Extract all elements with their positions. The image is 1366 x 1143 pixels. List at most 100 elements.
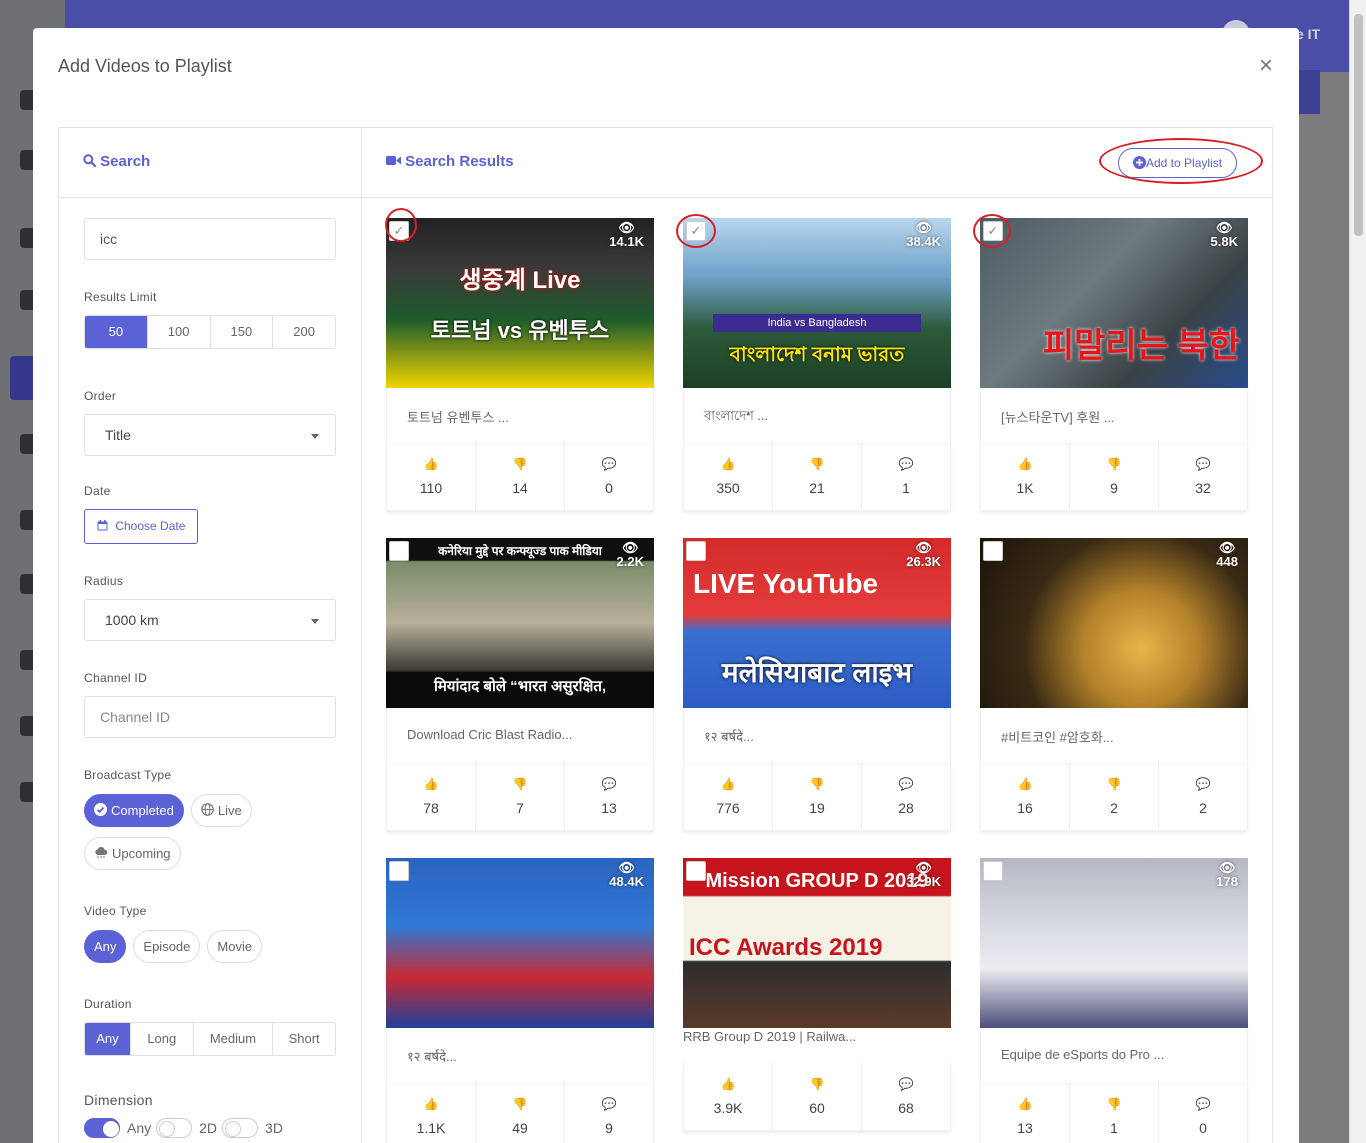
choose-date-label: Choose Date [115,519,186,533]
results-limit-option[interactable]: 200 [273,316,335,348]
results-panel: Search Results Add to Playlist 생중계 Live … [362,128,1272,1143]
order-select[interactable]: Title [84,414,336,456]
video-select-checkbox[interactable] [686,861,706,881]
results-limit-option[interactable]: 50 [85,316,148,348]
dimension-label: Dimension [84,1092,153,1108]
dimension-toggle-2d[interactable] [156,1118,193,1138]
comments-icon: 💬 [1195,457,1211,471]
video-title: [뉴스타운TV] 후원 ... [980,388,1248,443]
video-select-checkbox[interactable] [686,541,706,561]
video-select-checkbox[interactable] [983,861,1003,881]
results-header: Search Results Add to Playlist [362,128,1272,198]
broadcast-option-upcoming[interactable]: Upcoming [84,837,181,870]
video-thumbnail: 👁 178 [980,858,1248,1028]
comments-stat: 💬 28 [862,763,950,830]
view-count-value: 2.2K [616,554,644,569]
add-videos-modal: Add Videos to Playlist × Search icc Resu… [33,28,1299,1143]
video-card[interactable]: LIVE YouTube मलेसियाबाट लाइभ 👁 26.3K १२ ब… [683,538,951,831]
likes-stat: 👍 16 [981,763,1070,830]
dislikes-value: 49 [512,1120,528,1136]
video-card[interactable]: 피말리는 북한 ✓ 👁 5.8K [뉴스타운TV] 후원 ... 👍 1K 👎 9 💬… [980,218,1248,511]
video-card[interactable]: 👁 48.4K १२ बर्षदे... 👍 1.1K 👎 49 💬 9 [386,858,654,1143]
comments-stat: 💬 9 [565,1083,653,1143]
thumbnail-caption: मियांदाद बोले “भारत असुरक्षित, [433,678,607,695]
video-select-checkbox[interactable]: ✓ [389,221,409,241]
duration-option[interactable]: Medium [194,1023,274,1055]
video-card[interactable]: कनेरिया मुद्दे पर कन्फ्यूज्ड पाक मीडिया … [386,538,654,831]
channel-id-input[interactable]: Channel ID [84,696,336,738]
broadcast-type-options: Completed Live Upcoming [84,794,344,880]
duration-selector: Any Long Medium Short [84,1022,336,1056]
dislikes-stat: 👎 1 [1070,1083,1159,1143]
video-stats: 👍 1K 👎 9 💬 32 [980,443,1248,511]
scrollbar-thumb[interactable] [1354,14,1363,236]
likes-stat: 👍 110 [387,443,476,510]
video-type-option[interactable]: Movie [207,930,263,963]
dislikes-stat: 👎 49 [476,1083,565,1143]
video-card[interactable]: Mission GROUP D 2019 ICC Awards 2019 👁 32… [683,858,951,1131]
broadcast-option-completed[interactable]: Completed [84,794,184,827]
thumbs-up-icon: 👍 [1017,777,1033,791]
video-title: Equipe de eSports do Pro ... [980,1028,1248,1083]
view-count: 👁 448 [1216,541,1238,569]
results-limit-option[interactable]: 150 [211,316,274,348]
thumbs-down-icon: 👎 [512,777,528,791]
results-limit-option[interactable]: 100 [148,316,211,348]
duration-option[interactable]: Short [273,1023,335,1055]
thumbs-up-icon: 👍 [720,777,736,791]
eye-icon: 👁 [622,540,639,555]
comments-stat: 💬 1 [862,443,950,510]
dimension-toggle-3d[interactable] [222,1118,259,1138]
likes-value: 1.1K [416,1120,446,1136]
results-limit-selector: 50 100 150 200 [84,315,336,349]
video-select-checkbox[interactable] [983,541,1003,561]
dislikes-value: 21 [809,480,825,496]
video-card[interactable]: 👁 448 #비트코인 #암호화... 👍 16 👎 2 💬 2 [980,538,1248,831]
view-count-value: 5.8K [1210,234,1238,249]
likes-stat: 👍 350 [684,443,773,510]
video-select-checkbox[interactable]: ✓ [983,221,1003,241]
choose-date-button[interactable]: Choose Date [84,509,199,544]
video-card[interactable]: 👁 178 Equipe de eSports do Pro ... 👍 13 👎 1… [980,858,1248,1143]
results-heading-label: Search Results [405,153,514,170]
close-icon[interactable]: × [1259,54,1273,78]
eye-icon: 👁 [618,860,635,875]
likes-value: 350 [716,480,740,496]
video-thumbnail: India vs Bangladesh বাংলাদেশ বনাম ভারত ✓… [683,218,951,388]
video-card[interactable]: India vs Bangladesh বাংলাদেশ বনাম ভারত ✓… [683,218,951,511]
video-select-checkbox[interactable]: ✓ [686,221,706,241]
video-stats: 👍 1.1K 👎 49 💬 9 [386,1083,654,1143]
video-title: Download Cric Blast Radio... [386,708,654,763]
video-select-checkbox[interactable] [389,861,409,881]
radius-label: Radius [84,574,124,588]
add-to-playlist-button[interactable]: Add to Playlist [1118,148,1238,178]
eye-icon: 👁 [915,220,932,235]
comments-icon: 💬 [1195,1097,1211,1111]
dislikes-stat: 👎 60 [773,1063,862,1130]
calendar-icon [97,519,115,533]
eye-icon: 👁 [915,540,932,555]
duration-option[interactable]: Any [85,1023,131,1055]
video-thumbnail: 피말리는 북한 ✓ 👁 5.8K [980,218,1248,388]
search-input[interactable]: icc [84,218,336,260]
results-limit-label: Results Limit [84,290,157,304]
radius-select[interactable]: 1000 km [84,599,336,641]
broadcast-option-live[interactable]: Live [190,794,252,827]
duration-option[interactable]: Long [131,1023,194,1055]
thumbs-up-icon: 👍 [423,457,439,471]
view-count-value: 448 [1216,554,1238,569]
thumbs-up-icon: 👍 [1017,457,1033,471]
globe-icon [201,802,214,819]
video-card[interactable]: 생중계 Live 토트넘 vs 유벤투스 ✓ 👁 14.1K 토트넘 유벤투스 .… [386,218,654,511]
dislikes-value: 7 [516,800,524,816]
video-type-option[interactable]: Episode [133,930,201,963]
video-select-checkbox[interactable] [389,541,409,561]
dimension-toggle-any[interactable] [84,1118,120,1138]
video-type-option[interactable]: Any [84,930,127,963]
video-stats: 👍 16 👎 2 💬 2 [980,763,1248,831]
order-select-value: Title [105,427,131,443]
date-label: Date [84,484,111,498]
page-scrollbar[interactable] [1349,0,1366,1143]
comments-stat: 💬 2 [1159,763,1247,830]
comments-value: 0 [1199,1120,1207,1136]
